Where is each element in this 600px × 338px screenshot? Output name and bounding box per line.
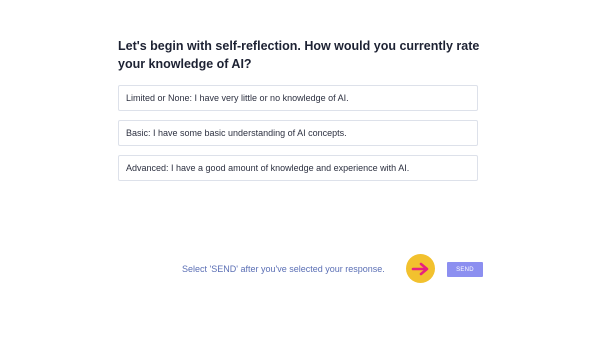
question-text: Let's begin with self-reflection. How wo… (118, 39, 480, 71)
arrow-right-icon (406, 254, 435, 283)
option-limited[interactable]: Limited or None: I have very little or n… (118, 85, 478, 111)
quiz-page: Let's begin with self-reflection. How wo… (0, 0, 600, 338)
answer-options: Limited or None: I have very little or n… (118, 85, 478, 190)
option-label: Limited or None: I have very little or n… (126, 93, 349, 103)
option-basic[interactable]: Basic: I have some basic understanding o… (118, 120, 478, 146)
option-label: Advanced: I have a good amount of knowle… (126, 163, 410, 173)
arrow-right-icon-shape (411, 262, 428, 275)
option-advanced[interactable]: Advanced: I have a good amount of knowle… (118, 155, 478, 181)
option-label: Basic: I have some basic understanding o… (126, 128, 347, 138)
send-hint: Select 'SEND' after you've selected your… (182, 264, 385, 274)
send-button[interactable]: SEND (447, 262, 483, 277)
